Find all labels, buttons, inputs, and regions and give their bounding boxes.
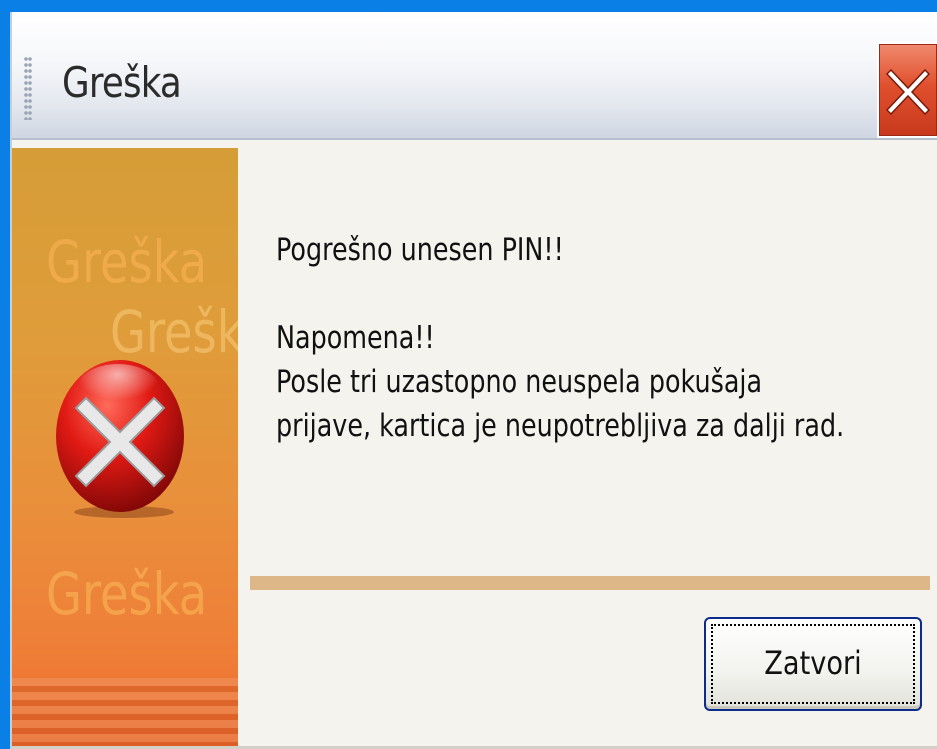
side-banner: Greška Grešk Greška bbox=[12, 148, 238, 748]
error-message: Pogrešno unesen PIN!! Napomena!! Posle t… bbox=[276, 228, 844, 448]
error-icon bbox=[56, 360, 184, 518]
window-title: Greška bbox=[62, 58, 182, 107]
message-line: Pogrešno unesen PIN!! bbox=[276, 232, 564, 268]
dialog-body: Greška Grešk Greška Pogrešno unesen PIN!… bbox=[12, 140, 937, 749]
close-button-label: Zatvori bbox=[764, 644, 862, 682]
divider bbox=[250, 576, 930, 590]
message-line: prijave, kartica je neupotrebljiva za da… bbox=[276, 408, 845, 444]
error-dialog: Greška Greška Grešk Greška Pogrešno unes… bbox=[10, 12, 937, 749]
watermark-text: Greška bbox=[46, 228, 208, 296]
close-button[interactable]: Zatvori bbox=[704, 617, 922, 711]
watermark-text: Greška bbox=[46, 560, 208, 628]
close-x-icon bbox=[885, 68, 931, 116]
drag-grip-icon[interactable] bbox=[24, 56, 32, 120]
title-bar[interactable]: Greška bbox=[12, 12, 937, 140]
message-line: Napomena!! bbox=[276, 320, 435, 356]
decorative-stripes bbox=[12, 678, 238, 748]
window-close-button[interactable] bbox=[877, 42, 937, 138]
message-line: Posle tri uzastopno neuspela pokušaja bbox=[276, 364, 763, 400]
